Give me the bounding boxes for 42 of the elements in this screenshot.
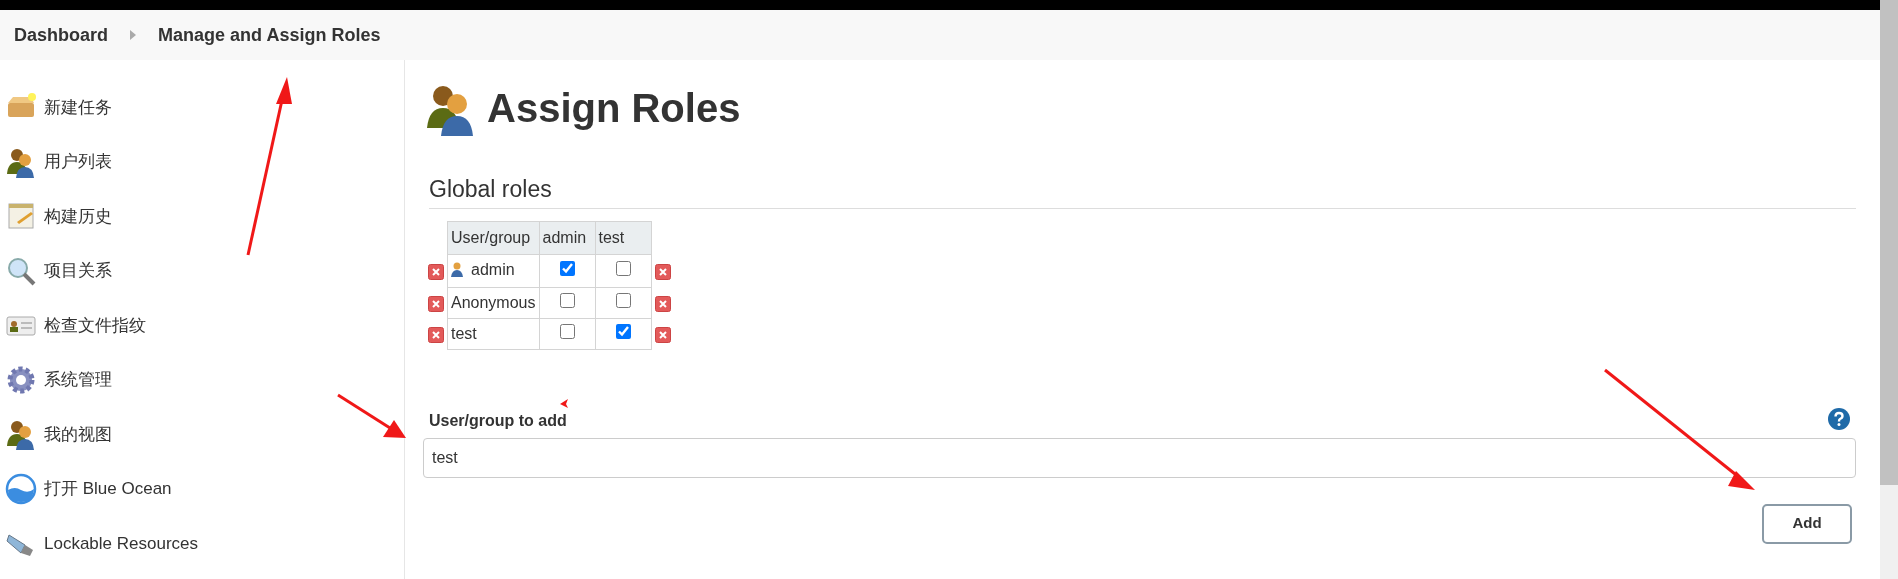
column-header: admin: [539, 221, 595, 255]
scrollbar-thumb[interactable]: [1880, 0, 1898, 485]
chevron-icon: [130, 30, 137, 40]
globe-icon: [5, 472, 37, 505]
delete-icon[interactable]: [654, 263, 671, 280]
delete-icon[interactable]: [654, 295, 671, 312]
page-title: Assign Roles: [487, 85, 741, 132]
breadcrumb-link[interactable]: Dashboard: [14, 21, 109, 49]
sidebar-link[interactable]: 系统管理: [44, 367, 112, 393]
sidebar-link[interactable]: 新建任务: [44, 94, 112, 120]
sidebar-link[interactable]: 项目关系: [44, 258, 112, 284]
annotation-arrow: [560, 399, 568, 408]
sidebar-link[interactable]: 我的视图: [44, 421, 112, 447]
sidebar-link[interactable]: 打开 Blue Ocean: [44, 476, 172, 502]
checkbox[interactable]: [615, 324, 631, 340]
sidebar-link[interactable]: 用户列表: [44, 149, 112, 175]
delete-icon[interactable]: [428, 263, 444, 280]
sidebar-link[interactable]: Lockable Resources: [44, 530, 199, 556]
annotation-arrow: [337, 393, 406, 438]
section-title: Global roles: [429, 176, 1856, 209]
user-name: admin: [471, 259, 515, 280]
user-name: test: [451, 324, 477, 345]
field-label: User/group to add: [429, 412, 567, 430]
column-header: test: [595, 221, 651, 255]
checkbox[interactable]: [559, 260, 575, 276]
help-icon[interactable]: [1828, 407, 1850, 430]
column-header: User/group: [447, 221, 539, 255]
sidebar-link[interactable]: 检查文件指纹: [44, 312, 146, 338]
checkbox[interactable]: [559, 324, 575, 340]
user-icon: [451, 262, 463, 278]
breadcrumb-link[interactable]: Manage and Assign Roles: [158, 21, 381, 49]
checkbox[interactable]: [615, 293, 631, 309]
input-field[interactable]: test: [423, 437, 1856, 478]
add-button[interactable]: Add: [1762, 503, 1852, 544]
checkbox[interactable]: [615, 260, 631, 276]
delete-icon[interactable]: [654, 326, 671, 343]
user-name: Anonymous: [451, 293, 536, 314]
delete-icon[interactable]: [428, 295, 444, 312]
checkbox[interactable]: [559, 293, 575, 309]
sidebar-link[interactable]: 构建历史: [44, 203, 112, 229]
delete-icon[interactable]: [428, 326, 444, 343]
users-icon: [5, 418, 37, 451]
